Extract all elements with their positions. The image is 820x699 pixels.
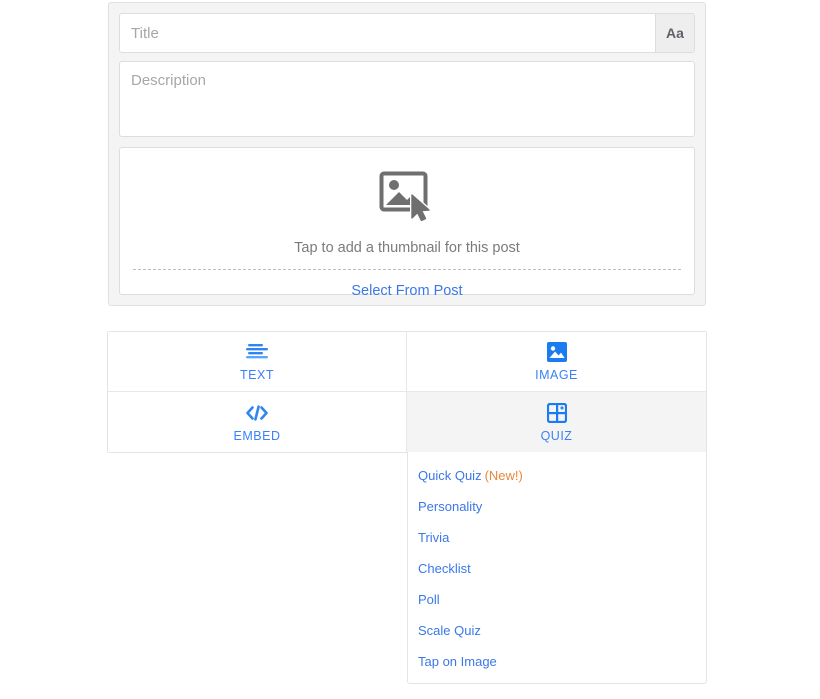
quiz-menu-item-label: Checklist [418, 561, 471, 576]
tab-image-label: IMAGE [535, 368, 578, 382]
select-from-post-link[interactable]: Select From Post [130, 283, 684, 299]
quiz-menu-item-poll[interactable]: Poll [408, 590, 706, 621]
quiz-menu-item-label: Personality [418, 499, 483, 514]
thumbnail-icon-wrap [130, 168, 684, 224]
quiz-menu-item-trivia[interactable]: Trivia [408, 528, 706, 559]
quiz-menu-item-tap-on-image[interactable]: Tap on Image [408, 652, 706, 683]
text-lines-icon [246, 341, 268, 363]
code-embed-icon [245, 402, 269, 424]
thumbnail-divider [133, 269, 681, 270]
grid-quiz-icon [546, 402, 567, 424]
quiz-menu-item-label: Scale Quiz [418, 623, 481, 638]
font-style-button[interactable]: Aa [655, 14, 694, 52]
image-icon [546, 341, 567, 363]
image-placeholder-icon [379, 171, 431, 221]
new-badge: (New!) [484, 468, 523, 483]
description-box [119, 61, 695, 137]
quiz-menu-item-scale-quiz[interactable]: Scale Quiz [408, 621, 706, 652]
description-input[interactable] [131, 71, 683, 127]
font-style-label: Aa [666, 25, 684, 41]
tab-quiz-label: QUIZ [540, 428, 573, 443]
quiz-menu-item-label: Quick Quiz [418, 468, 482, 483]
tab-quiz[interactable]: QUIZ [407, 392, 706, 452]
quiz-menu-item-checklist[interactable]: Checklist [408, 559, 706, 590]
quiz-menu-item-quick-quiz[interactable]: Quick Quiz (New!) [408, 466, 706, 497]
quiz-menu-item-label: Poll [418, 592, 440, 607]
title-row: Aa [119, 13, 695, 53]
tab-text-label: TEXT [240, 368, 274, 382]
quiz-menu-item-label: Trivia [418, 530, 450, 545]
tab-embed[interactable]: EMBED [108, 392, 407, 452]
title-input[interactable] [120, 14, 655, 52]
tab-embed-label: EMBED [233, 428, 281, 443]
tab-text[interactable]: TEXT [108, 332, 407, 392]
post-composer-panel: Aa Tap to add a thumbnail for this post [108, 2, 706, 306]
quiz-type-menu: Quick Quiz (New!) Personality Trivia Chec… [407, 452, 707, 684]
quiz-menu-item-personality[interactable]: Personality [408, 497, 706, 528]
tab-image[interactable]: IMAGE [407, 332, 706, 392]
quiz-menu-item-label: Tap on Image [418, 654, 497, 669]
thumbnail-caption: Tap to add a thumbnail for this post [294, 240, 520, 256]
content-type-tabs: TEXT IMAGE EMBED QUIZ [107, 331, 707, 453]
thumbnail-card[interactable]: Tap to add a thumbnail for this post Sel… [119, 147, 695, 299]
composer-page: Aa Tap to add a thumbnail for this post [0, 0, 820, 699]
